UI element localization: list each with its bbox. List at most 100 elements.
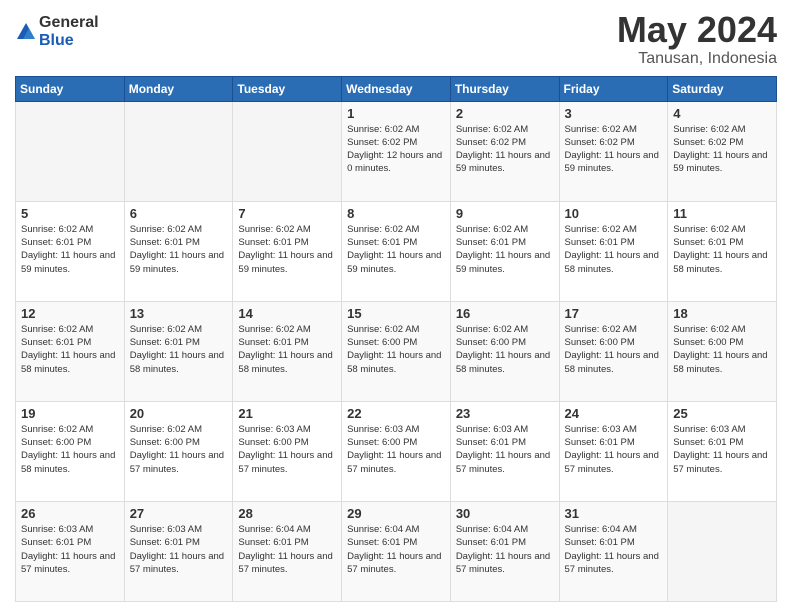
calendar-cell-w2-d5: 10 Sunrise: 6:02 AM Sunset: 6:01 PM Dayli… [559,201,668,301]
day-number: 22 [347,406,445,421]
day-info: Sunrise: 6:04 AM Sunset: 6:01 PM Dayligh… [238,523,336,576]
day-info: Sunrise: 6:02 AM Sunset: 6:01 PM Dayligh… [130,223,228,276]
weekday-header-friday: Friday [559,76,668,101]
day-info: Sunrise: 6:02 AM Sunset: 6:01 PM Dayligh… [21,323,119,376]
day-info: Sunrise: 6:02 AM Sunset: 6:01 PM Dayligh… [673,223,771,276]
day-info: Sunrise: 6:03 AM Sunset: 6:01 PM Dayligh… [565,423,663,476]
calendar-cell-w3-d6: 18Sunrise: 6:02 AM Sunset: 6:00 PM Dayli… [668,301,777,401]
calendar-cell-w5-d5: 31Sunrise: 6:04 AM Sunset: 6:01 PM Dayli… [559,501,668,601]
day-number: 14 [238,306,336,321]
day-number: 1 [347,106,445,121]
calendar-cell-w1-d1 [124,101,233,201]
day-info: Sunrise: 6:02 AM Sunset: 6:00 PM Dayligh… [456,323,554,376]
day-info: Sunrise: 6:03 AM Sunset: 6:01 PM Dayligh… [21,523,119,576]
logo-blue: Blue [39,32,99,50]
calendar-cell-w2-d0: 5 Sunrise: 6:02 AM Sunset: 6:01 PM Daylig… [16,201,125,301]
day-info: Sunrise: 6:04 AM Sunset: 6:01 PM Dayligh… [456,523,554,576]
day-info: Sunrise: 6:02 AM Sunset: 6:02 PM Dayligh… [456,123,554,176]
day-info: Sunrise: 6:03 AM Sunset: 6:01 PM Dayligh… [456,423,554,476]
calendar-header: SundayMondayTuesdayWednesdayThursdayFrid… [16,76,777,101]
day-info: Sunrise: 6:02 AM Sunset: 6:00 PM Dayligh… [347,323,445,376]
calendar-cell-w1-d6: 4Sunrise: 6:02 AM Sunset: 6:02 PM Daylig… [668,101,777,201]
day-info: Sunrise: 6:02 AM Sunset: 6:02 PM Dayligh… [673,123,771,176]
weekday-header-wednesday: Wednesday [342,76,451,101]
calendar-cell-w5-d0: 26Sunrise: 6:03 AM Sunset: 6:01 PM Dayli… [16,501,125,601]
weekday-header-sunday: Sunday [16,76,125,101]
logo: General Blue [15,14,99,49]
calendar-body: 1 Sunrise: 6:02 AM Sunset: 6:02 PM Daylig… [16,101,777,601]
calendar-cell-w3-d5: 17Sunrise: 6:02 AM Sunset: 6:00 PM Dayli… [559,301,668,401]
day-number: 5 [21,206,119,221]
day-info: Sunrise: 6:02 AM Sunset: 6:01 PM Dayligh… [238,223,336,276]
day-info: Sunrise: 6:02 AM Sunset: 6:00 PM Dayligh… [673,323,771,376]
calendar-cell-w3-d1: 13 Sunrise: 6:02 AM Sunset: 6:01 PM Dayli… [124,301,233,401]
calendar-cell-w1-d2 [233,101,342,201]
day-info: Sunrise: 6:02 AM Sunset: 6:02 PM Dayligh… [565,123,663,176]
page: General Blue May 2024 Tanusan, Indonesia… [0,0,792,612]
logo-icon [15,21,37,43]
calendar-cell-w2-d4: 9 Sunrise: 6:02 AM Sunset: 6:01 PM Daylig… [450,201,559,301]
calendar-cell-w1-d5: 3 Sunrise: 6:02 AM Sunset: 6:02 PM Daylig… [559,101,668,201]
calendar-cell-w4-d5: 24Sunrise: 6:03 AM Sunset: 6:01 PM Dayli… [559,401,668,501]
day-info: Sunrise: 6:02 AM Sunset: 6:01 PM Dayligh… [347,223,445,276]
calendar-cell-w1-d0 [16,101,125,201]
calendar-week-5: 26Sunrise: 6:03 AM Sunset: 6:01 PM Dayli… [16,501,777,601]
calendar-week-3: 12Sunrise: 6:02 AM Sunset: 6:01 PM Dayli… [16,301,777,401]
day-info: Sunrise: 6:02 AM Sunset: 6:00 PM Dayligh… [130,423,228,476]
calendar-cell-w5-d3: 29Sunrise: 6:04 AM Sunset: 6:01 PM Dayli… [342,501,451,601]
calendar-cell-w4-d6: 25Sunrise: 6:03 AM Sunset: 6:01 PM Dayli… [668,401,777,501]
logo-general: General [39,14,99,32]
day-number: 28 [238,506,336,521]
calendar-cell-w2-d2: 7 Sunrise: 6:02 AM Sunset: 6:01 PM Daylig… [233,201,342,301]
day-number: 17 [565,306,663,321]
calendar-week-4: 19 Sunrise: 6:02 AM Sunset: 6:00 PM Dayli… [16,401,777,501]
day-number: 16 [456,306,554,321]
logo-text: General Blue [39,14,99,49]
weekday-header-row: SundayMondayTuesdayWednesdayThursdayFrid… [16,76,777,101]
calendar-cell-w4-d4: 23 Sunrise: 6:03 AM Sunset: 6:01 PM Dayli… [450,401,559,501]
day-info: Sunrise: 6:02 AM Sunset: 6:01 PM Dayligh… [565,223,663,276]
calendar-cell-w3-d3: 15 Sunrise: 6:02 AM Sunset: 6:00 PM Dayli… [342,301,451,401]
calendar-cell-w5-d4: 30Sunrise: 6:04 AM Sunset: 6:01 PM Dayli… [450,501,559,601]
day-info: Sunrise: 6:03 AM Sunset: 6:01 PM Dayligh… [130,523,228,576]
calendar-table: SundayMondayTuesdayWednesdayThursdayFrid… [15,76,777,602]
calendar-cell-w1-d3: 1 Sunrise: 6:02 AM Sunset: 6:02 PM Daylig… [342,101,451,201]
day-number: 13 [130,306,228,321]
day-info: Sunrise: 6:02 AM Sunset: 6:01 PM Dayligh… [130,323,228,376]
calendar-cell-w3-d2: 14 Sunrise: 6:02 AM Sunset: 6:01 PM Dayli… [233,301,342,401]
calendar-cell-w4-d3: 22 Sunrise: 6:03 AM Sunset: 6:00 PM Dayli… [342,401,451,501]
calendar-cell-w2-d3: 8 Sunrise: 6:02 AM Sunset: 6:01 PM Daylig… [342,201,451,301]
calendar-week-2: 5 Sunrise: 6:02 AM Sunset: 6:01 PM Daylig… [16,201,777,301]
day-info: Sunrise: 6:02 AM Sunset: 6:02 PM Dayligh… [347,123,445,176]
day-info: Sunrise: 6:02 AM Sunset: 6:01 PM Dayligh… [456,223,554,276]
calendar-cell-w5-d1: 27 Sunrise: 6:03 AM Sunset: 6:01 PM Dayli… [124,501,233,601]
day-number: 20 [130,406,228,421]
day-number: 3 [565,106,663,121]
day-number: 6 [130,206,228,221]
day-info: Sunrise: 6:03 AM Sunset: 6:00 PM Dayligh… [238,423,336,476]
day-number: 9 [456,206,554,221]
day-number: 7 [238,206,336,221]
day-info: Sunrise: 6:02 AM Sunset: 6:01 PM Dayligh… [21,223,119,276]
day-number: 21 [238,406,336,421]
day-number: 23 [456,406,554,421]
calendar-cell-w4-d0: 19Sunrise: 6:02 AM Sunset: 6:00 PM Dayli… [16,401,125,501]
day-number: 27 [130,506,228,521]
day-number: 29 [347,506,445,521]
day-number: 19 [21,406,119,421]
day-info: Sunrise: 6:03 AM Sunset: 6:01 PM Dayligh… [673,423,771,476]
day-number: 15 [347,306,445,321]
weekday-header-monday: Monday [124,76,233,101]
day-number: 8 [347,206,445,221]
day-info: Sunrise: 6:04 AM Sunset: 6:01 PM Dayligh… [565,523,663,576]
calendar-cell-w3-d4: 16 Sunrise: 6:02 AM Sunset: 6:00 PM Dayli… [450,301,559,401]
day-number: 10 [565,206,663,221]
subtitle: Tanusan, Indonesia [617,50,777,68]
day-info: Sunrise: 6:02 AM Sunset: 6:01 PM Dayligh… [238,323,336,376]
day-info: Sunrise: 6:03 AM Sunset: 6:00 PM Dayligh… [347,423,445,476]
weekday-header-tuesday: Tuesday [233,76,342,101]
weekday-header-saturday: Saturday [668,76,777,101]
header: General Blue May 2024 Tanusan, Indonesia [15,10,777,68]
calendar-cell-w4-d1: 20 Sunrise: 6:02 AM Sunset: 6:00 PM Dayli… [124,401,233,501]
calendar-cell-w2-d6: 11Sunrise: 6:02 AM Sunset: 6:01 PM Dayli… [668,201,777,301]
